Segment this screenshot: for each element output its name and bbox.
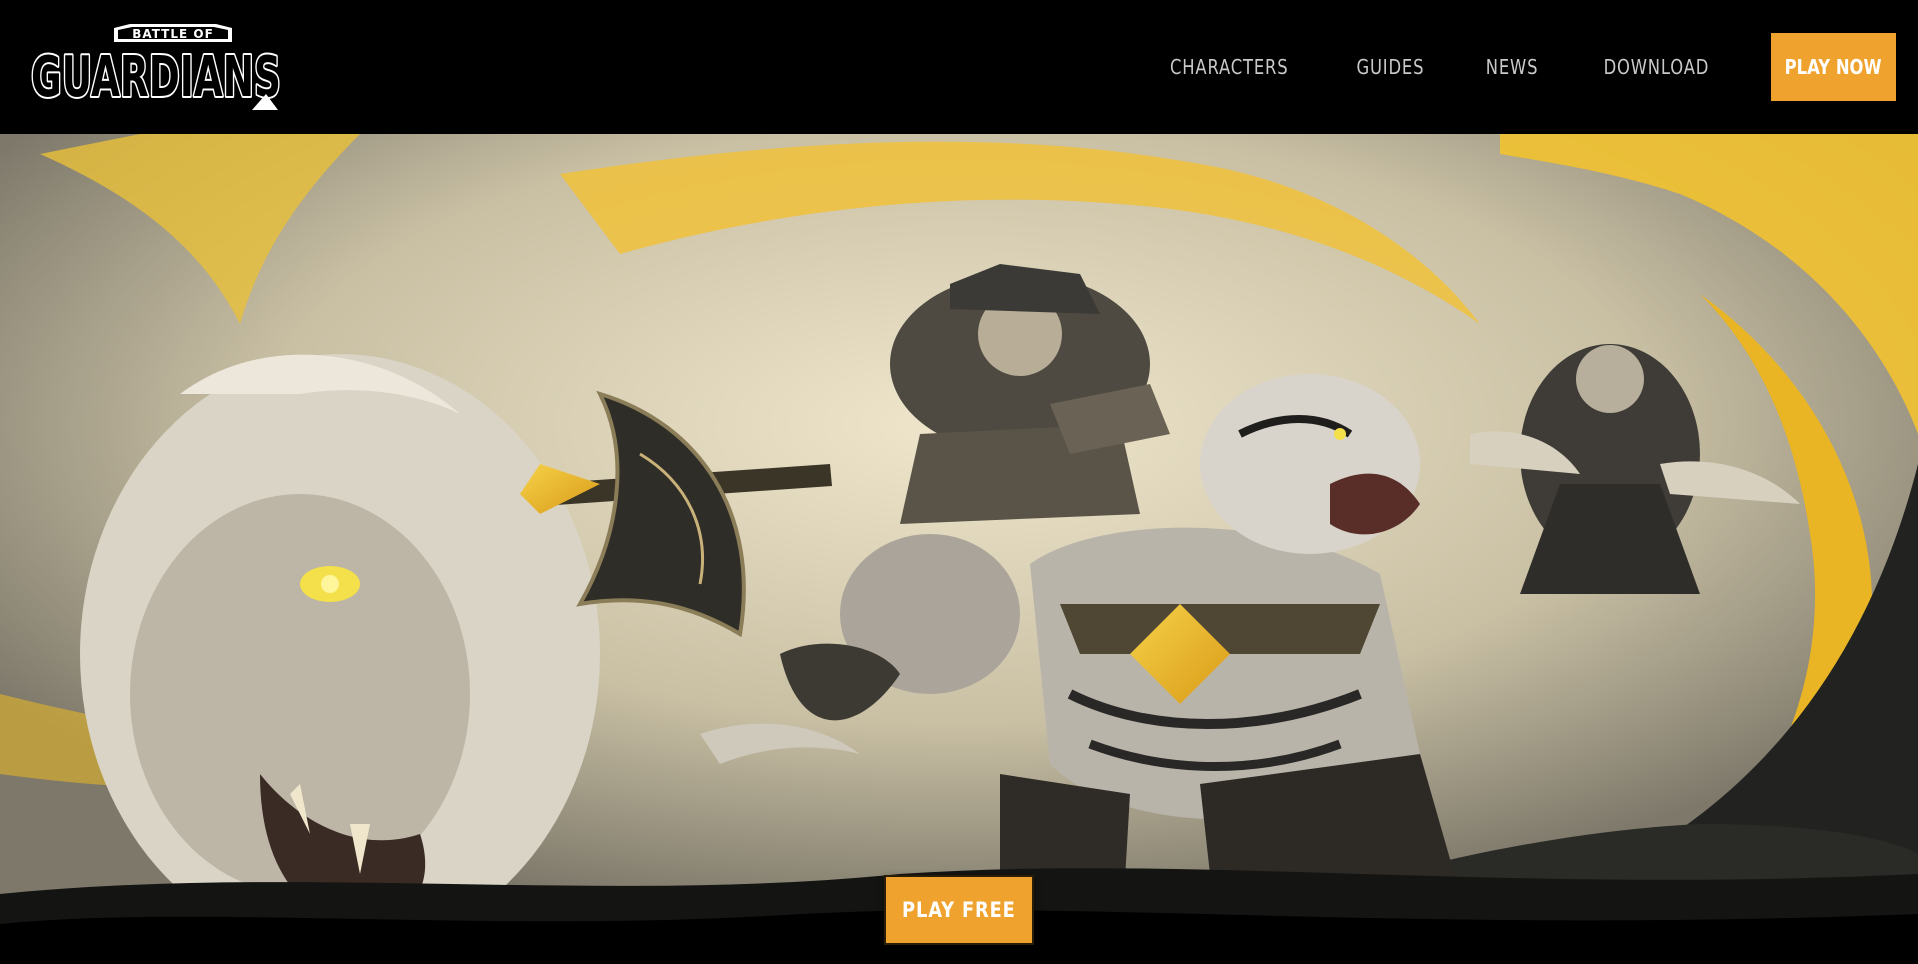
top-navigation-bar: BATTLE OF GUARDIANS CHARACTERS GUIDES NE… [0,0,1918,134]
main-nav: CHARACTERS GUIDES NEWS DOWNLOAD PLAY NOW [1157,0,1918,134]
play-now-label: PLAY NOW [1785,55,1882,79]
hero-artwork [0,134,1918,964]
nav-news[interactable]: NEWS [1486,55,1539,79]
play-now-button[interactable]: PLAY NOW [1771,33,1896,101]
play-free-label: PLAY FREE [902,898,1016,922]
battle-of-guardians-logo-icon: BATTLE OF GUARDIANS [29,24,283,112]
logo-line2: GUARDIANS [31,45,281,110]
nav-guides[interactable]: GUIDES [1357,55,1425,79]
hero-banner: PLAY FREE [0,134,1918,964]
page: BATTLE OF GUARDIANS CHARACTERS GUIDES NE… [0,0,1918,964]
key-art-guardians-icon [0,134,1918,964]
logo-line1: BATTLE OF [132,27,214,41]
nav-characters[interactable]: CHARACTERS [1170,55,1289,79]
site-logo[interactable]: BATTLE OF GUARDIANS [26,20,286,116]
nav-download[interactable]: DOWNLOAD [1604,55,1710,79]
play-free-button[interactable]: PLAY FREE [884,875,1034,945]
